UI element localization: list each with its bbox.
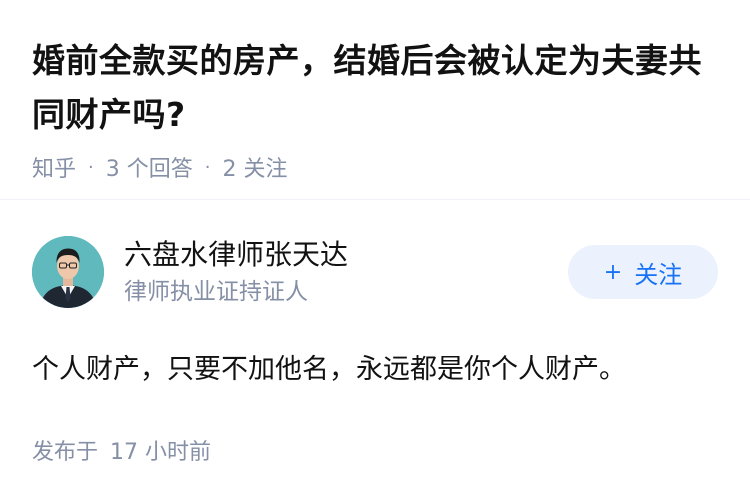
page: 婚前全款买的房产，结婚后会被认定为夫妻共同财产吗? 知乎 · 3 个回答 · 2…	[0, 0, 750, 490]
answer-count[interactable]: 3 个回答	[106, 151, 193, 183]
follow-button[interactable]: + 关注	[568, 245, 718, 299]
follow-button-label: 关注	[634, 260, 683, 289]
meta-separator: ·	[204, 156, 211, 178]
source-label[interactable]: 知乎	[32, 151, 76, 183]
question-meta: 知乎 · 3 个回答 · 2 关注	[32, 150, 718, 184]
question-header: 婚前全款买的房产，结婚后会被认定为夫妻共同财产吗? 知乎 · 3 个回答 · 2…	[0, 0, 750, 200]
author-name[interactable]: 六盘水律师张天达	[124, 236, 568, 274]
author-headline: 律师执业证持证人	[124, 279, 308, 305]
author-row: 六盘水律师张天达 律师执业证持证人 + 关注	[32, 234, 718, 310]
plus-icon: +	[603, 259, 623, 285]
publish-prefix: 发布于	[32, 440, 99, 465]
publish-time-value: 17 小时前	[110, 440, 212, 465]
meta-separator: ·	[88, 156, 94, 178]
answer-card: 六盘水律师张天达 律师执业证持证人 + 关注 个人财产，只要不加他名，永远都是你…	[0, 234, 750, 466]
publish-time: 发布于 17 小时前	[32, 434, 718, 466]
answer-content[interactable]: 个人财产，只要不加他名，永远都是你个人财产。	[32, 348, 718, 392]
follow-count[interactable]: 2 关注	[222, 151, 287, 183]
avatar[interactable]	[32, 236, 104, 308]
author-info: 六盘水律师张天达 律师执业证持证人	[124, 236, 568, 308]
question-title[interactable]: 婚前全款买的房产，结婚后会被认定为夫妻共同财产吗?	[32, 34, 722, 142]
avatar-man-in-suit-icon	[32, 236, 104, 308]
